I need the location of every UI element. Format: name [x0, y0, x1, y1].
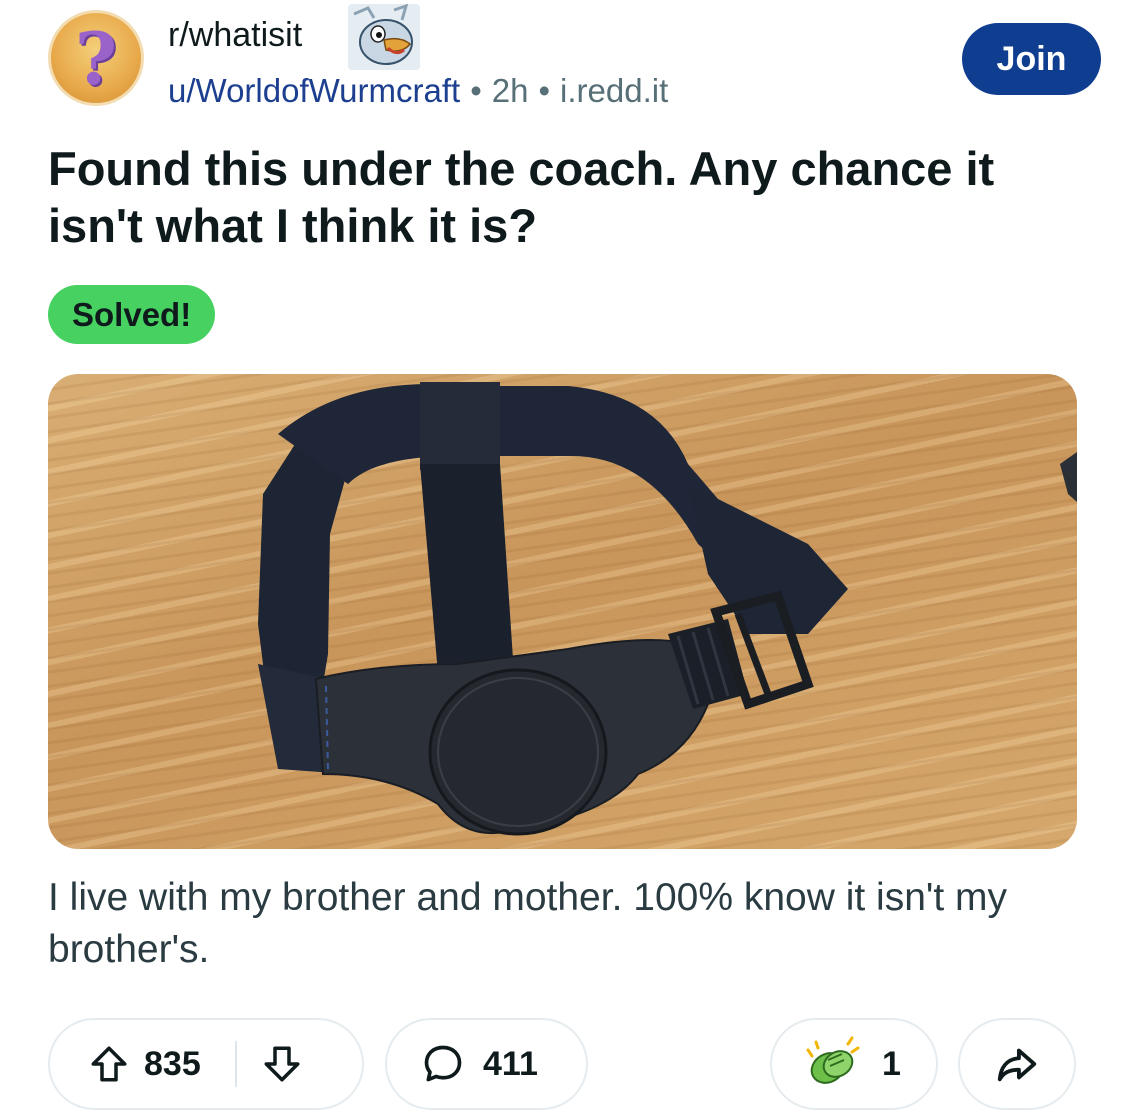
join-button[interactable]: Join [962, 23, 1101, 95]
post-body: I live with my brother and mother. 100% … [48, 876, 1008, 971]
harness-photo-illustration [258, 382, 1077, 836]
comments-button[interactable]: 411 [385, 1018, 588, 1110]
comment-count: 411 [483, 1044, 538, 1083]
meta-separator: • [538, 72, 551, 109]
upvote-arrow-icon[interactable] [88, 1043, 130, 1085]
comment-bubble-icon [421, 1042, 465, 1086]
award-count: 1 [882, 1044, 901, 1083]
user-flair-image [348, 4, 420, 70]
subreddit-name[interactable]: r/whatisit [168, 16, 302, 55]
author-username[interactable]: u/WorldofWurmcraft [168, 72, 460, 109]
clapping-hands-award-icon [804, 1036, 860, 1092]
post-flair[interactable]: Solved! [48, 285, 216, 344]
post-time: 2h [491, 72, 529, 109]
share-button[interactable] [958, 1018, 1076, 1110]
post-title[interactable]: Found this under the coach. Any chance i… [48, 140, 1078, 254]
post-meta: u/WorldofWurmcraft • 2h • i.redd.it [168, 72, 668, 110]
downvote-arrow-icon[interactable] [261, 1043, 303, 1085]
award-button[interactable]: 1 [770, 1018, 938, 1110]
subreddit-avatar[interactable]: ? [48, 10, 144, 106]
meta-separator: • [470, 72, 482, 109]
avatar-question-mark: ? [74, 16, 118, 101]
vote-bar: 835 [48, 1018, 364, 1110]
post-image[interactable] [48, 374, 1077, 849]
share-arrow-icon [994, 1041, 1040, 1087]
vote-divider [234, 1041, 237, 1087]
post-domain[interactable]: i.redd.it [560, 72, 668, 109]
upvote-count: 835 [144, 1044, 201, 1083]
